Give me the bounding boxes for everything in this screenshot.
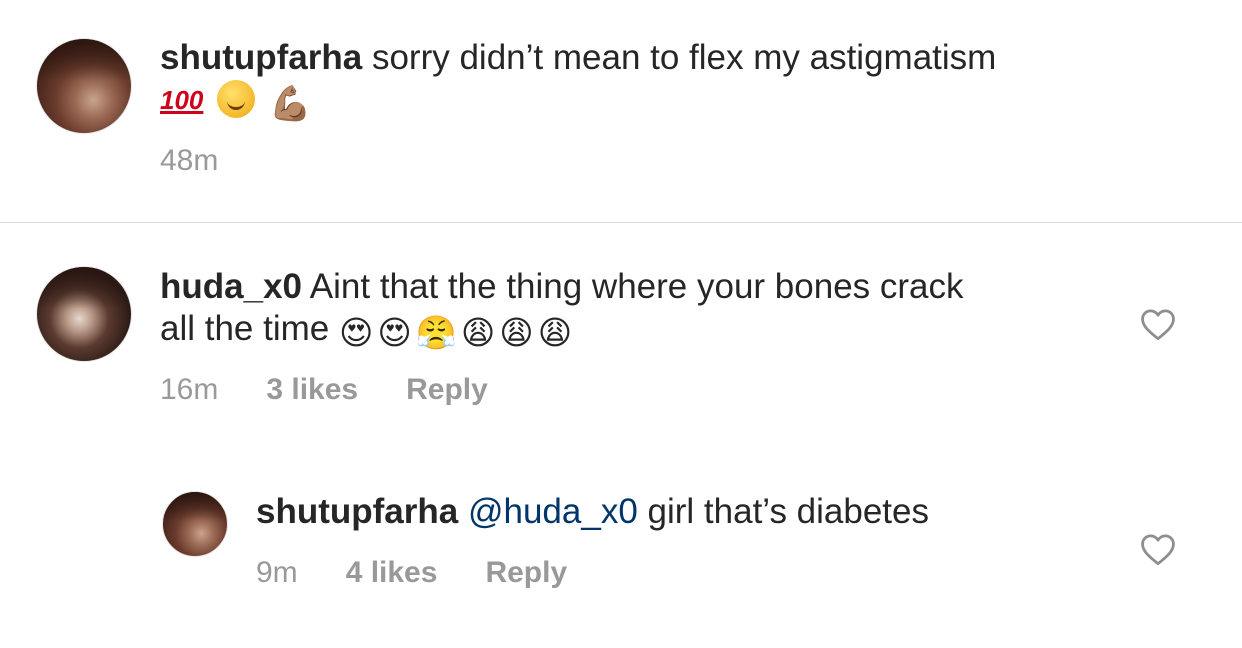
- mention-link[interactable]: @huda_x0: [468, 492, 638, 531]
- heart-eyes-emoji: 😍: [377, 313, 412, 352]
- comment-username[interactable]: huda_x0: [160, 267, 302, 306]
- comment-body-line1: Aint that the thing where your bones cra…: [309, 267, 964, 306]
- likes-count[interactable]: 4 likes: [346, 556, 438, 589]
- steam-nose-emoji: 😤: [415, 313, 457, 352]
- avatar-huda_x0[interactable]: [36, 266, 132, 362]
- heart-eyes-emoji: 😍: [338, 313, 374, 352]
- reply-meta: 9m 4 likes Reply: [256, 556, 615, 590]
- comment-timestamp: 16m: [160, 373, 219, 406]
- comment-meta: 16m 3 likes Reply: [160, 373, 536, 407]
- hundred-emoji: 100: [160, 85, 204, 115]
- flexed-biceps-emoji: 💪🏽: [269, 85, 312, 123]
- avatar-image: [163, 492, 227, 521]
- reply-timestamp: 9m: [256, 556, 298, 589]
- weary-emoji: 😩: [499, 313, 534, 352]
- caption-body: sorry didn’t mean to flex my astigmatism: [371, 38, 997, 77]
- avatar-image: [37, 39, 131, 82]
- avatar-image: [37, 267, 131, 310]
- avatar-shutupfarha[interactable]: [162, 491, 228, 557]
- like-heart-icon[interactable]: [1139, 307, 1177, 341]
- comment-body-line2: all the time: [160, 309, 330, 348]
- caption-timestamp: 48m: [160, 144, 219, 177]
- caption-meta: 48m: [160, 144, 266, 178]
- reply-body: girl that’s diabetes: [647, 492, 930, 531]
- comment-text: huda_x0 Aint that the thing where your b…: [160, 266, 1100, 350]
- caption-divider: [0, 222, 1242, 223]
- reply-button[interactable]: Reply: [485, 556, 567, 589]
- likes-count[interactable]: 3 likes: [266, 373, 358, 406]
- reply-text: shutupfarha @huda_x0 girl that’s diabete…: [256, 491, 1116, 533]
- reply-username[interactable]: shutupfarha: [256, 492, 458, 531]
- caption-text: shutupfarha sorry didn’t mean to flex my…: [160, 37, 1200, 125]
- weary-emoji: 😩: [537, 313, 573, 352]
- weary-emoji: 😩: [460, 313, 496, 352]
- caption-username[interactable]: shutupfarha: [160, 38, 362, 77]
- smirk-emoji: [217, 80, 256, 118]
- like-heart-icon[interactable]: [1139, 532, 1177, 566]
- reply-button[interactable]: Reply: [406, 373, 488, 406]
- avatar-shutupfarha[interactable]: [36, 38, 132, 134]
